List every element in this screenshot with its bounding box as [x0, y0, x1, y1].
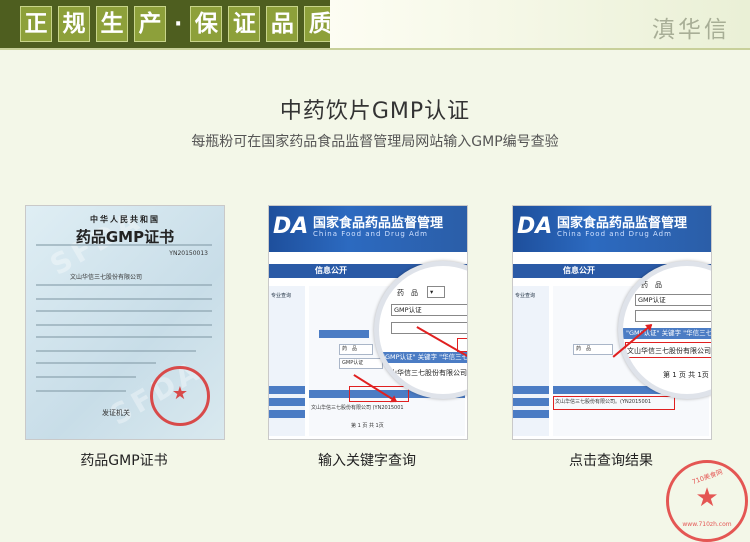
section-subtitle: 每瓶粉可在国家药品食品监督管理局网站输入GMP编号查验 — [191, 134, 559, 150]
star-icon: ★ — [695, 483, 719, 513]
watermark-stamp: 710美食网 ★ www.710zh.com — [666, 460, 748, 542]
top-banner: 正 规 生 产 · 保 证 品 质 滇华信 — [0, 0, 750, 48]
site-header: DA 国家食品药品监督管理 China Food and Drug Adm — [269, 206, 467, 252]
site-name: 国家食品药品监督管理 — [313, 216, 444, 231]
star-icon: ★ — [171, 383, 189, 404]
type-select[interactable]: GMP认证 — [635, 294, 711, 306]
issuer-label: 发证机关 — [102, 409, 130, 417]
click-result-caption: 点击查询结果 — [569, 453, 653, 469]
sfda-logo: DA — [517, 214, 553, 239]
certificate-code: YN20150013 — [169, 250, 208, 257]
nav-info-public[interactable]: 信息公开 — [315, 265, 347, 276]
slogan-char: 保 — [190, 6, 223, 42]
keyword-search-caption: 输入关键字查询 — [318, 453, 416, 469]
category-select-small[interactable]: 药 品 — [339, 344, 373, 355]
slogan-separator: · — [174, 11, 183, 37]
site-sidebar: 专业查询 — [269, 286, 305, 436]
certificate-caption: 药品GMP证书 — [80, 453, 168, 469]
brand-logo: 滇华信 — [652, 17, 730, 43]
category-label: 药 品 — [397, 289, 418, 297]
result-header: "GMP认证" 关键字 "华信三七" 的内容 — [379, 352, 467, 363]
site-header: DA 国家食品药品监督管理 China Food and Drug Adm — [513, 206, 711, 252]
gmp-certificate-image: SFDA SFDA 中华人民共和国 药品GMP证书 YN20150013 文山华… — [26, 206, 224, 439]
category-label: 药 品 — [641, 281, 662, 289]
type-select-small[interactable]: GMP认证 — [339, 358, 383, 369]
section-title: 中药饮片GMP认证 — [279, 99, 471, 124]
category-select-small[interactable]: 药 品 — [573, 344, 613, 355]
result-item-small[interactable]: 文山华信三七股份有限公司 (YN2015001 — [309, 404, 421, 413]
stamp-url: www.710zh.com — [682, 521, 732, 528]
site-sidebar: 专业查询 — [513, 286, 549, 436]
sfda-logo: DA — [273, 214, 309, 239]
slogan-char: 生 — [96, 6, 128, 42]
certificate-card[interactable]: SFDA SFDA 中华人民共和国 药品GMP证书 YN20150013 文山华… — [25, 205, 225, 440]
page-info-small: 第 1 页 共 1页 — [351, 423, 384, 429]
banner-divider — [0, 48, 750, 50]
slogan-char: 正 — [20, 6, 52, 42]
highlight-box — [349, 386, 409, 402]
site-name-en: China Food and Drug Adm — [557, 230, 672, 238]
slogan-char: 产 — [134, 6, 166, 42]
type-select[interactable]: GMP认证 — [391, 304, 467, 316]
slogan-char: 规 — [58, 6, 90, 42]
keyword-input[interactable] — [635, 310, 711, 322]
page-info: 第 1 页 共 1页 — [663, 371, 709, 379]
click-result-card[interactable]: DA 国家食品药品监督管理 China Food and Drug Adm 信息… — [512, 205, 712, 440]
site-name-en: China Food and Drug Adm — [313, 230, 428, 238]
result-item[interactable]: 文山华信三七股份有限公司 (YN2015001 — [383, 368, 467, 378]
site-name: 国家食品药品监督管理 — [557, 216, 688, 231]
result-highlight-small — [553, 396, 675, 410]
certificate-company: 文山华信三七股份有限公司 — [70, 274, 143, 281]
slogan-bar: 正 规 生 产 · 保 证 品 质 — [0, 0, 337, 48]
nav-info-public[interactable]: 信息公开 — [563, 265, 595, 276]
category-dropdown[interactable]: ▾ — [427, 286, 445, 298]
brand-area: 滇华信 — [330, 0, 750, 48]
slogan-char: 品 — [266, 6, 299, 42]
keyword-search-card[interactable]: DA 国家食品药品监督管理 China Food and Drug Adm 信息… — [268, 205, 468, 440]
official-seal: ★ — [150, 366, 210, 426]
result-highlight — [625, 342, 711, 358]
certificate-header: 中华人民共和国 — [90, 215, 160, 224]
slogan-char: 证 — [228, 6, 261, 42]
